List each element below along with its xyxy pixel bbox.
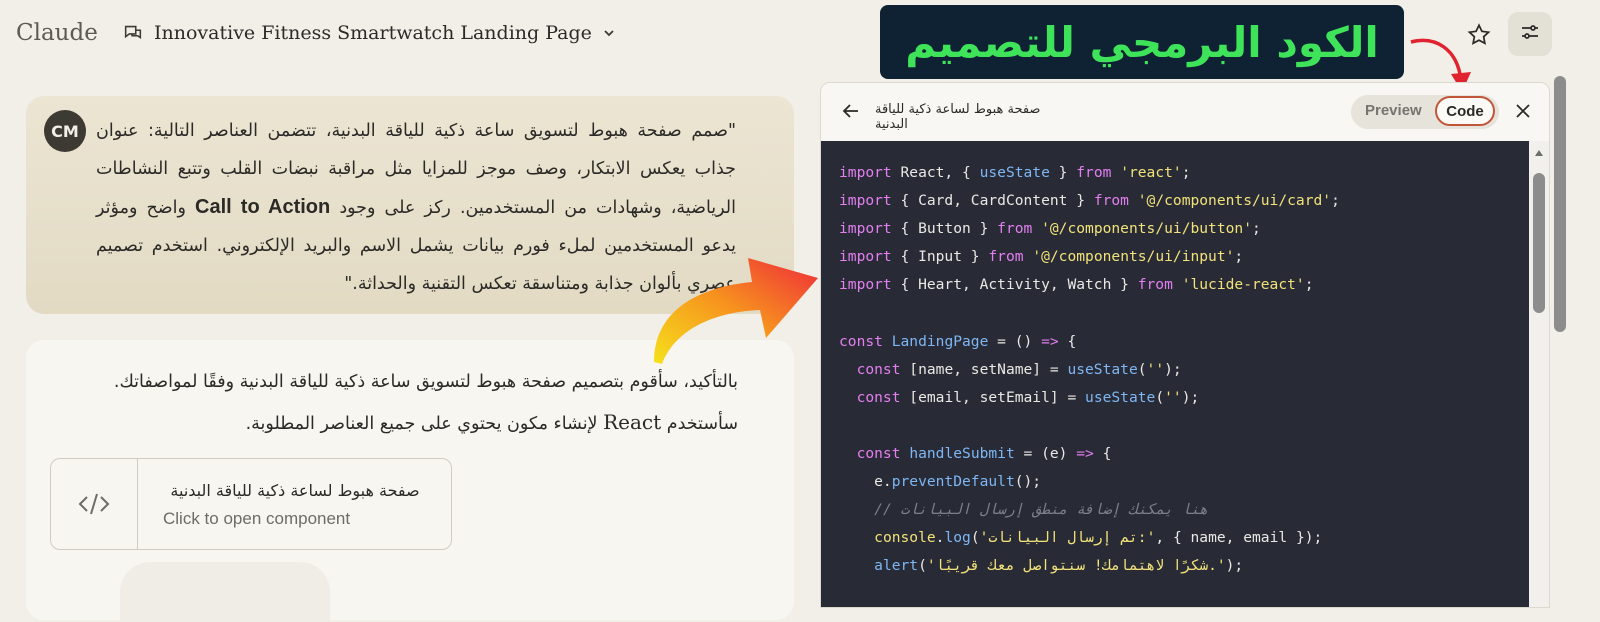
chat-title-text: Innovative Fitness Smartwatch Landing Pa… — [154, 22, 592, 44]
chat-title-button[interactable]: Innovative Fitness Smartwatch Landing Pa… — [122, 22, 616, 44]
page-scroll-thumb[interactable] — [1554, 76, 1566, 332]
code-scroll-thumb[interactable] — [1533, 173, 1545, 313]
code-line: console.log('تم إرسال البيانات:', { name… — [874, 529, 1323, 547]
code-line: import React, { useState } from 'react'; — [839, 164, 1191, 181]
arrow-left-icon[interactable] — [841, 101, 861, 125]
code-line: import { Card, CardContent } from '@/com… — [839, 192, 1340, 210]
component-card[interactable]: صفحة هبوط لساعة ذكية للياقة البدنية Clic… — [50, 458, 452, 550]
artifact-title: صفحة هبوط لساعة ذكية للياقة البدنية — [875, 102, 1041, 132]
avatar: CM — [44, 110, 86, 152]
code-editor[interactable]: import React, { useState } from 'react';… — [821, 141, 1529, 607]
code-line: // هنا يمكنك إضافة منطق إرسال البيانات — [874, 501, 1209, 519]
sliders-icon — [1518, 20, 1542, 48]
message-input-edge — [120, 562, 330, 622]
chevron-down-icon — [602, 26, 616, 40]
tab-preview[interactable]: Preview — [1365, 102, 1422, 119]
tab-code[interactable]: Code — [1435, 96, 1495, 126]
code-line: alert('شكرًا لاهتمامك! سنتواصل معك قريبً… — [874, 557, 1244, 575]
assistant-line-2b: لإنشاء مكون يحتوي على جميع العناصر المطل… — [245, 414, 604, 434]
user-text-emphasis: Call to Action — [195, 196, 331, 218]
code-line: const LandingPage = () => { — [839, 332, 1077, 350]
code-line: import { Button } from '@/components/ui/… — [839, 220, 1261, 238]
assistant-line-1: بالتأكيد، سأقوم بتصميم صفحة هبوط لتسويق … — [113, 372, 738, 392]
app-logo[interactable]: Claude — [16, 20, 98, 46]
assistant-line-2: سأستخدم React لإنشاء مكون يحتوي على جميع… — [48, 402, 738, 444]
settings-button[interactable] — [1508, 12, 1552, 56]
view-toggle: Preview Code — [1351, 95, 1499, 129]
code-icon — [51, 459, 138, 549]
code-line: e.preventDefault(); — [839, 473, 1042, 491]
assistant-message-text: بالتأكيد، سأقوم بتصميم صفحة هبوط لتسويق … — [48, 362, 738, 444]
component-card-subtitle: Click to open component — [163, 509, 351, 528]
annotation-banner-text: الكود البرمجي للتصميم — [905, 17, 1379, 67]
page-scrollbar[interactable] — [1552, 60, 1568, 606]
code-line: import { Heart, Activity, Watch } from '… — [839, 276, 1314, 294]
code-lines: import React, { useState } from 'react';… — [839, 159, 1340, 580]
artifact-header: صفحة هبوط لساعة ذكية للياقة البدنية Prev… — [821, 83, 1549, 141]
annotation-banner: الكود البرمجي للتصميم — [880, 5, 1404, 79]
chat-bubble-icon — [122, 22, 144, 44]
code-line: import { Input } from '@/components/ui/i… — [839, 248, 1244, 266]
assistant-line-2-latin: React — [603, 410, 662, 434]
assistant-line-2a: سأستخدم — [661, 414, 738, 434]
component-card-title: صفحة هبوط لساعة ذكية للياقة البدنية — [170, 481, 420, 500]
code-line: const [name, setName] = useState(''); — [856, 360, 1182, 378]
code-scrollbar[interactable] — [1529, 141, 1549, 607]
close-icon[interactable] — [1513, 101, 1533, 125]
code-line: const [email, setEmail] = useState(''); — [856, 388, 1200, 406]
artifact-panel: صفحة هبوط لساعة ذكية للياقة البدنية Prev… — [820, 82, 1550, 608]
gradient-arrow-icon — [640, 236, 840, 380]
code-line: const handleSubmit = (e) => { — [856, 444, 1112, 462]
